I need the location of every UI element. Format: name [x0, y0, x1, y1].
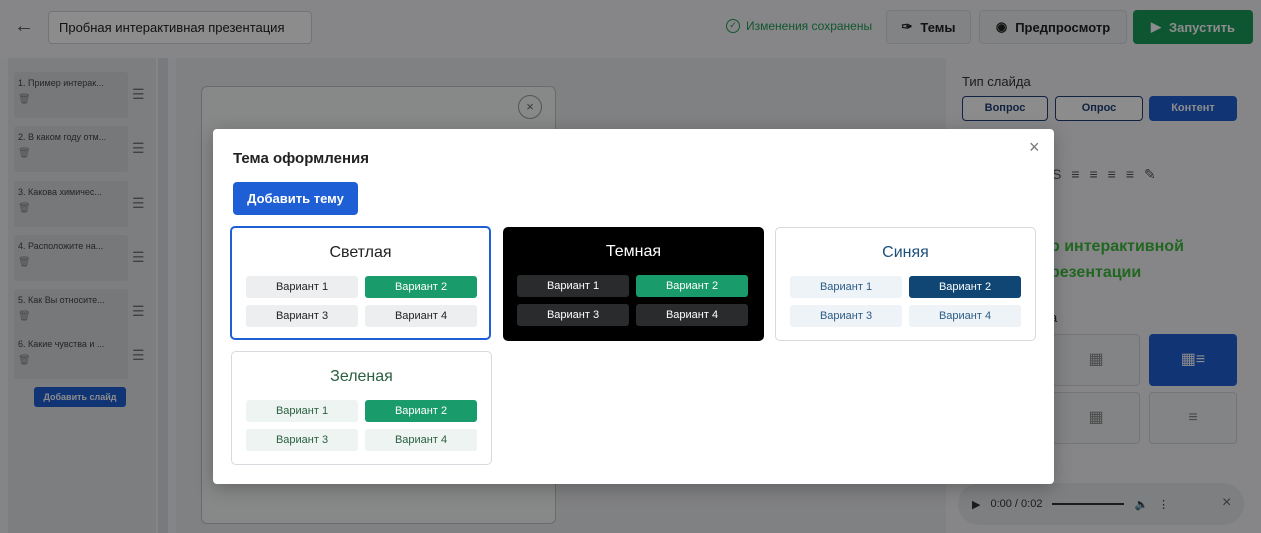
theme-name: Синяя — [882, 244, 929, 261]
theme-option: Вариант 3 — [246, 429, 358, 451]
theme-name: Светлая — [329, 244, 392, 261]
theme-option: Вариант 3 — [246, 305, 358, 327]
theme-name: Зеленая — [330, 368, 393, 385]
theme-card-green[interactable]: Зеленая Вариант 1 Вариант 2 Вариант 3 Ва… — [231, 351, 492, 465]
theme-option: Вариант 1 — [517, 275, 629, 297]
theme-option: Вариант 1 — [246, 276, 358, 298]
theme-dialog: × Тема оформления Добавить тему Светлая … — [213, 129, 1054, 484]
theme-option: Вариант 3 — [790, 305, 902, 327]
theme-card-light[interactable]: Светлая Вариант 1 Вариант 2 Вариант 3 Ва… — [230, 226, 491, 340]
theme-option: Вариант 2 — [909, 276, 1021, 298]
theme-name: Темная — [605, 243, 662, 260]
theme-card-dark[interactable]: Темная Вариант 1 Вариант 2 Вариант 3 Вар… — [503, 227, 764, 341]
theme-option: Вариант 2 — [365, 400, 477, 422]
theme-option: Вариант 2 — [365, 276, 477, 298]
theme-option: Вариант 4 — [636, 304, 748, 326]
dialog-title: Тема оформления — [233, 150, 369, 167]
theme-option: Вариант 3 — [517, 304, 629, 326]
theme-option: Вариант 4 — [365, 305, 477, 327]
theme-option: Вариант 1 — [790, 276, 902, 298]
theme-option: Вариант 4 — [365, 429, 477, 451]
close-icon[interactable]: × — [1029, 137, 1040, 158]
theme-option: Вариант 2 — [636, 275, 748, 297]
theme-card-blue[interactable]: Синяя Вариант 1 Вариант 2 Вариант 3 Вари… — [775, 227, 1036, 341]
theme-option: Вариант 1 — [246, 400, 358, 422]
theme-option: Вариант 4 — [909, 305, 1021, 327]
add-theme-button[interactable]: Добавить тему — [233, 182, 358, 215]
